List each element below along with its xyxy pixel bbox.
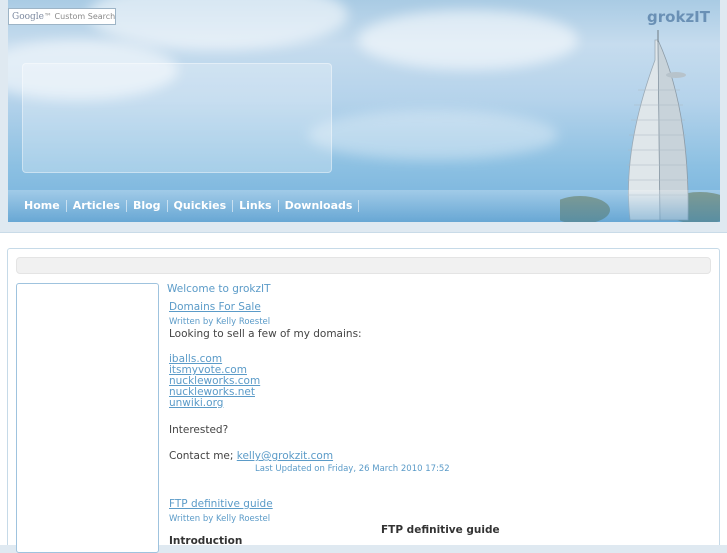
breadcrumb-bar — [16, 257, 711, 274]
article-byline: Written by Kelly Roestel — [169, 317, 271, 327]
left-sidebar — [16, 283, 159, 553]
article-byline: Written by Kelly Roestel — [169, 514, 271, 524]
domain-link[interactable]: unwiki.org — [169, 398, 223, 409]
google-search-box[interactable]: Google™ Custom Search — [8, 8, 116, 25]
nav-downloads[interactable]: Downloads — [279, 200, 360, 212]
contact-email-link[interactable]: kelly@grokzit.com — [237, 450, 333, 462]
nav-articles[interactable]: Articles — [67, 200, 127, 212]
contact-label: Contact me; — [169, 450, 234, 462]
search-label: Custom Search — [54, 12, 116, 21]
site-title: grokzIT — [647, 8, 710, 26]
header-banner: Google™ Custom Search grokzIT Home Artic… — [8, 0, 720, 222]
nav-blog[interactable]: Blog — [127, 200, 168, 212]
nav-links[interactable]: Links — [233, 200, 279, 212]
interested-text: Interested? — [169, 424, 229, 436]
contact-line: Contact me; kelly@grokzit.com — [169, 450, 333, 462]
welcome-heading: Welcome to grokzIT — [167, 283, 271, 295]
nav-quickies[interactable]: Quickies — [168, 200, 234, 212]
article-title-ftp[interactable]: FTP definitive guide — [169, 498, 273, 510]
google-logo: Google — [12, 12, 44, 22]
section-heading-introduction: Introduction — [169, 535, 243, 547]
article-title-domains[interactable]: Domains For Sale — [169, 301, 261, 313]
banner-panel — [22, 63, 332, 173]
main-nav: Home Articles Blog Quickies Links Downlo… — [8, 190, 720, 222]
nav-home[interactable]: Home — [18, 200, 67, 212]
last-updated: Last Updated on Friday, 26 March 2010 17… — [255, 464, 450, 474]
article-intro-text: Looking to sell a few of my domains: — [169, 328, 362, 340]
article-heading: FTP definitive guide — [381, 524, 500, 536]
